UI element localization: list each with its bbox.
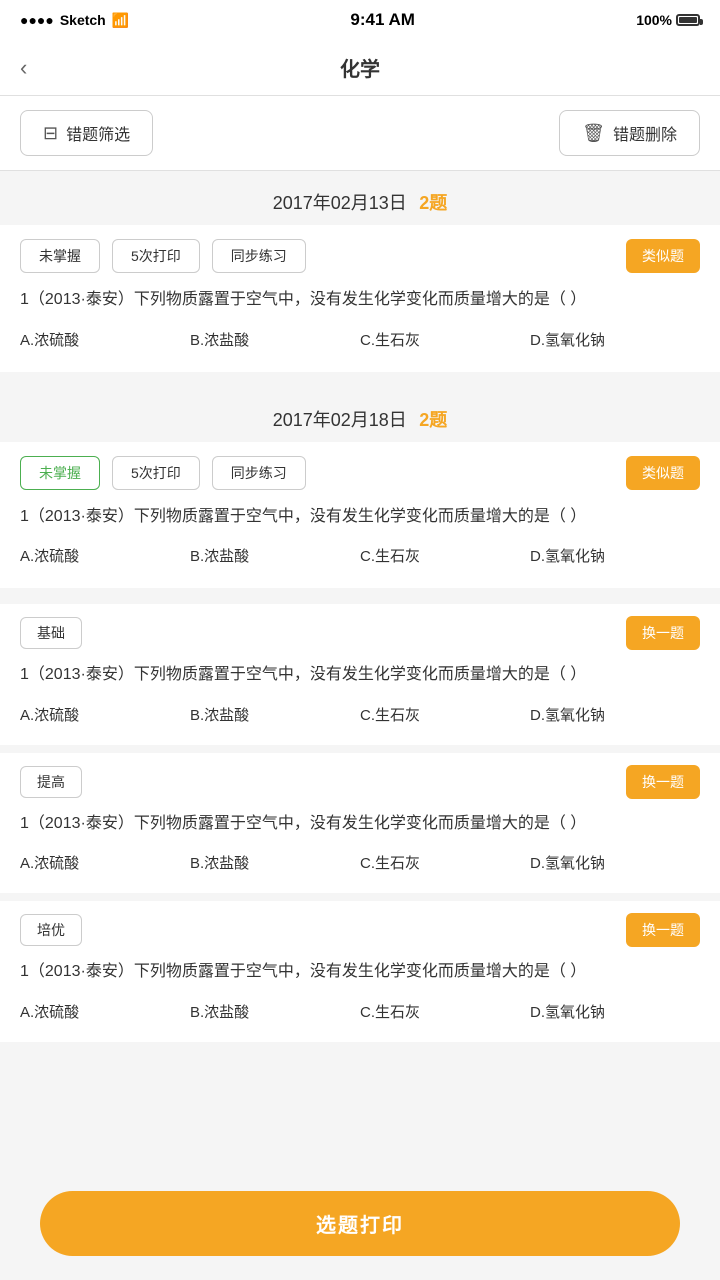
sub-question-text-elite: 1（2013·泰安）下列物质露置于空气中，没有发生化学变化而质量增大的是（ ） <box>20 959 700 985</box>
sub-question-options-basic: A.浓硫酸 B.浓盐酸 C.生石灰 D.氢氧化钠 <box>20 700 700 729</box>
sub-option-c-advanced: C.生石灰 <box>360 848 530 877</box>
change-btn-elite[interactable]: 换一题 <box>626 913 700 947</box>
sub-option-d-elite: D.氢氧化钠 <box>530 997 700 1026</box>
scroll-content: 2017年02月13日 2题 未掌握 5次打印 同步练习 类似题 1（2013·… <box>0 171 720 1142</box>
date-section-2: 2017年02月18日 2题 <box>0 388 720 442</box>
date-count-2: 2题 <box>419 410 447 430</box>
action-row-1: 未掌握 5次打印 同步练习 类似题 <box>20 239 700 273</box>
sub-option-c-elite: C.生石灰 <box>360 997 530 1026</box>
carrier-label: Sketch <box>60 12 106 28</box>
question-options-2: A.浓硫酸 B.浓盐酸 C.生石灰 D.氢氧化钠 <box>20 541 700 570</box>
time-label: 9:41 AM <box>350 10 415 30</box>
sub-tag-advanced: 提高 <box>20 766 82 798</box>
filter-button[interactable]: ⊟ 错题筛选 <box>20 110 153 156</box>
sub-row-basic: 基础 换一题 <box>20 616 700 650</box>
sub-option-b-basic: B.浓盐酸 <box>190 700 360 729</box>
similar-btn-2[interactable]: 类似题 <box>626 456 700 490</box>
change-btn-basic[interactable]: 换一题 <box>626 616 700 650</box>
date-section-1: 2017年02月13日 2题 <box>0 171 720 225</box>
sub-card-basic: 基础 换一题 1（2013·泰安）下列物质露置于空气中，没有发生化学变化而质量增… <box>0 596 720 745</box>
sub-option-b-advanced: B.浓盐酸 <box>190 848 360 877</box>
sub-question-options-elite: A.浓硫酸 B.浓盐酸 C.生石灰 D.氢氧化钠 <box>20 997 700 1026</box>
question-options-1: A.浓硫酸 B.浓盐酸 C.生石灰 D.氢氧化钠 <box>20 325 700 354</box>
delete-button[interactable]: 🗑 错题删除 <box>559 110 700 156</box>
sub-option-b-elite: B.浓盐酸 <box>190 997 360 1026</box>
sub-option-a-elite: A.浓硫酸 <box>20 997 190 1026</box>
back-button[interactable]: ‹ <box>20 55 27 81</box>
tag-sync-2[interactable]: 同步练习 <box>212 456 306 490</box>
delete-label: 错题删除 <box>613 121 677 145</box>
sub-question-text-advanced: 1（2013·泰安）下列物质露置于空气中，没有发生化学变化而质量增大的是（ ） <box>20 811 700 837</box>
bottom-bar: 选题打印 <box>0 1175 720 1280</box>
wifi-icon: 📶 <box>112 12 129 29</box>
status-left: ●●●● Sketch 📶 <box>20 12 129 29</box>
option-b-2: B.浓盐酸 <box>190 541 360 570</box>
option-d-1: D.氢氧化钠 <box>530 325 700 354</box>
date-count-1: 2题 <box>419 193 447 213</box>
tag-print-2[interactable]: 5次打印 <box>112 456 200 490</box>
sub-option-a-basic: A.浓硫酸 <box>20 700 190 729</box>
sub-option-c-basic: C.生石灰 <box>360 700 530 729</box>
status-bar: ●●●● Sketch 📶 9:41 AM 100% <box>0 0 720 40</box>
battery-label: 100% <box>636 12 672 28</box>
sub-row-elite: 培优 换一题 <box>20 913 700 947</box>
battery-icon <box>676 14 700 26</box>
sub-row-advanced: 提高 换一题 <box>20 765 700 799</box>
status-right: 100% <box>636 12 700 28</box>
tag-unmastered-1[interactable]: 未掌握 <box>20 239 100 273</box>
sub-option-a-advanced: A.浓硫酸 <box>20 848 190 877</box>
action-row-2: 未掌握 5次打印 同步练习 类似题 <box>20 456 700 490</box>
sub-tag-basic: 基础 <box>20 617 82 649</box>
sub-card-elite: 培优 换一题 1（2013·泰安）下列物质露置于空气中，没有发生化学变化而质量增… <box>0 893 720 1042</box>
toolbar: ⊟ 错题筛选 🗑 错题删除 <box>0 96 720 171</box>
date-label-1: 2017年02月13日 <box>273 193 407 213</box>
question-text-1: 1（2013·泰安）下列物质露置于空气中，没有发生化学变化而质量增大的是（ ） <box>20 287 700 313</box>
filter-label: 错题筛选 <box>66 121 130 145</box>
option-c-2: C.生石灰 <box>360 541 530 570</box>
sub-option-d-advanced: D.氢氧化钠 <box>530 848 700 877</box>
option-d-2: D.氢氧化钠 <box>530 541 700 570</box>
tag-print-1[interactable]: 5次打印 <box>112 239 200 273</box>
tag-unmastered-2[interactable]: 未掌握 <box>20 456 100 490</box>
change-btn-advanced[interactable]: 换一题 <box>626 765 700 799</box>
option-c-1: C.生石灰 <box>360 325 530 354</box>
option-a-1: A.浓硫酸 <box>20 325 190 354</box>
tag-sync-1[interactable]: 同步练习 <box>212 239 306 273</box>
option-b-1: B.浓盐酸 <box>190 325 360 354</box>
trash-icon: 🗑 <box>582 123 605 144</box>
sub-option-d-basic: D.氢氧化钠 <box>530 700 700 729</box>
sub-question-text-basic: 1（2013·泰安）下列物质露置于空气中，没有发生化学变化而质量增大的是（ ） <box>20 662 700 688</box>
sub-question-options-advanced: A.浓硫酸 B.浓盐酸 C.生石灰 D.氢氧化钠 <box>20 848 700 877</box>
option-a-2: A.浓硫酸 <box>20 541 190 570</box>
filter-icon: ⊟ <box>43 123 58 144</box>
signal-icon: ●●●● <box>20 12 54 28</box>
sub-tag-elite: 培优 <box>20 914 82 946</box>
section-divider-1 <box>0 380 720 388</box>
print-button[interactable]: 选题打印 <box>40 1191 680 1256</box>
date-label-2: 2017年02月18日 <box>273 410 407 430</box>
nav-bar: ‹ 化学 <box>0 40 720 96</box>
question-card-2: 未掌握 5次打印 同步练习 类似题 1（2013·泰安）下列物质露置于空气中，没… <box>0 442 720 589</box>
page-title: 化学 <box>340 53 380 82</box>
similar-btn-1[interactable]: 类似题 <box>626 239 700 273</box>
question-card-1: 未掌握 5次打印 同步练习 类似题 1（2013·泰安）下列物质露置于空气中，没… <box>0 225 720 372</box>
sub-card-advanced: 提高 换一题 1（2013·泰安）下列物质露置于空气中，没有发生化学变化而质量增… <box>0 745 720 894</box>
question-text-2: 1（2013·泰安）下列物质露置于空气中，没有发生化学变化而质量增大的是（ ） <box>20 504 700 530</box>
